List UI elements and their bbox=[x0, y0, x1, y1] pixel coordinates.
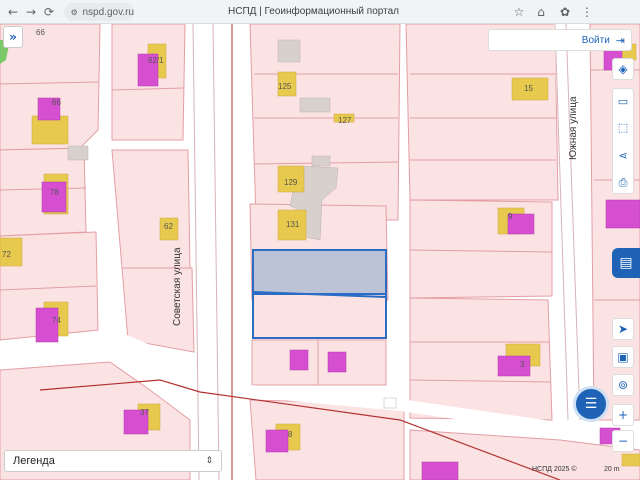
back-icon[interactable]: ← bbox=[4, 3, 22, 21]
legend-dropdown[interactable]: Легенда ⇕ bbox=[4, 450, 222, 472]
search-point-button[interactable]: ⊚ bbox=[612, 374, 634, 396]
chevron-updown-icon: ⇕ bbox=[205, 456, 213, 466]
map-tools-group: ▭ ⬚ ⋖ ⎙ bbox=[612, 88, 634, 194]
map-svg bbox=[0, 24, 640, 480]
parcel-label: 15 bbox=[524, 84, 533, 93]
screen-icon: ▣ bbox=[617, 350, 629, 364]
map-attribution: НСПД 2025 © bbox=[532, 466, 577, 473]
zoom-in-button[interactable]: + bbox=[612, 404, 634, 426]
chat-icon: ☰ bbox=[584, 396, 598, 412]
share-icon: ⋖ bbox=[618, 148, 628, 162]
reload-icon[interactable]: ⟳ bbox=[40, 3, 58, 21]
page-title: НСПД | Геоинформационный портал bbox=[228, 6, 399, 17]
parcel-label: 74 bbox=[52, 316, 61, 325]
bookmark-icon[interactable]: ☆ bbox=[510, 3, 528, 21]
login-button[interactable]: Войти ⇥ bbox=[488, 29, 632, 51]
chat-button[interactable]: ☰ bbox=[573, 386, 609, 422]
zoom-out-button[interactable]: − bbox=[612, 430, 634, 452]
map-canvas[interactable]: 66 62/1 66 78 72 74 62 125 127 129 131 1… bbox=[0, 24, 640, 480]
layers-button[interactable]: ◈ bbox=[612, 58, 634, 80]
select-area-button[interactable]: ⬚ bbox=[613, 117, 633, 137]
address-bar[interactable]: ⚙ nspd.gov.ru bbox=[64, 3, 134, 21]
parcel-label: 37 bbox=[140, 408, 149, 417]
locate-icon: ➤ bbox=[617, 322, 629, 336]
menu-icon[interactable]: ⋮ bbox=[578, 3, 596, 21]
parcel-label: 3 bbox=[520, 360, 525, 369]
login-icon: ⇥ bbox=[615, 33, 625, 47]
parcel-label: 62/1 bbox=[148, 56, 164, 65]
legend-label: Легенда bbox=[13, 455, 55, 467]
parcel-label: 66 bbox=[52, 98, 61, 107]
print-icon: ⎙ bbox=[618, 176, 628, 189]
parcel-label: 66 bbox=[36, 28, 45, 37]
home-icon[interactable]: ⌂ bbox=[532, 3, 550, 21]
parcel-label: 127 bbox=[338, 116, 352, 125]
search-point-icon: ⊚ bbox=[617, 378, 629, 392]
print-button[interactable]: ⎙ bbox=[613, 173, 633, 193]
browser-toolbar: ← → ⟳ ⚙ nspd.gov.ru НСПД | Геоинформацио… bbox=[0, 0, 640, 24]
layers-icon: ◈ bbox=[618, 62, 628, 76]
login-label: Войти bbox=[581, 34, 610, 46]
street-label-sovetskaya: Советская улица bbox=[172, 247, 183, 326]
street-label-yuzhnaya: Южная улица bbox=[568, 96, 579, 160]
zoom-out-icon: − bbox=[617, 434, 629, 448]
screen-button[interactable]: ▣ bbox=[612, 346, 634, 368]
extensions-icon[interactable]: ✿ bbox=[556, 3, 574, 21]
zoom-in-icon: + bbox=[617, 408, 629, 422]
parcel-label: 129 bbox=[284, 178, 298, 187]
info-panel-tab[interactable]: ▤ bbox=[612, 248, 640, 278]
locate-button[interactable]: ➤ bbox=[612, 318, 634, 340]
expand-sidebar-button[interactable]: » bbox=[3, 26, 23, 48]
site-info-icon[interactable]: ⚙ bbox=[70, 7, 78, 17]
select-area-icon: ⬚ bbox=[617, 120, 629, 134]
parcel-label: 72 bbox=[2, 250, 11, 259]
ruler-button[interactable]: ▭ bbox=[613, 91, 633, 111]
forward-icon[interactable]: → bbox=[22, 3, 40, 21]
address-url: nspd.gov.ru bbox=[82, 6, 134, 18]
double-chevron-right-icon: » bbox=[9, 30, 17, 44]
share-button[interactable]: ⋖ bbox=[613, 145, 633, 165]
parcel-label: 125 bbox=[278, 82, 292, 91]
parcel-label: 8 bbox=[288, 430, 293, 439]
parcel-label: 9 bbox=[508, 212, 513, 221]
ruler-icon: ▭ bbox=[617, 94, 629, 108]
map-info-icon: ▤ bbox=[619, 255, 633, 271]
parcel-label: 78 bbox=[50, 188, 59, 197]
scale-label: 20 m bbox=[604, 466, 620, 473]
parcel-label: 131 bbox=[286, 220, 300, 229]
